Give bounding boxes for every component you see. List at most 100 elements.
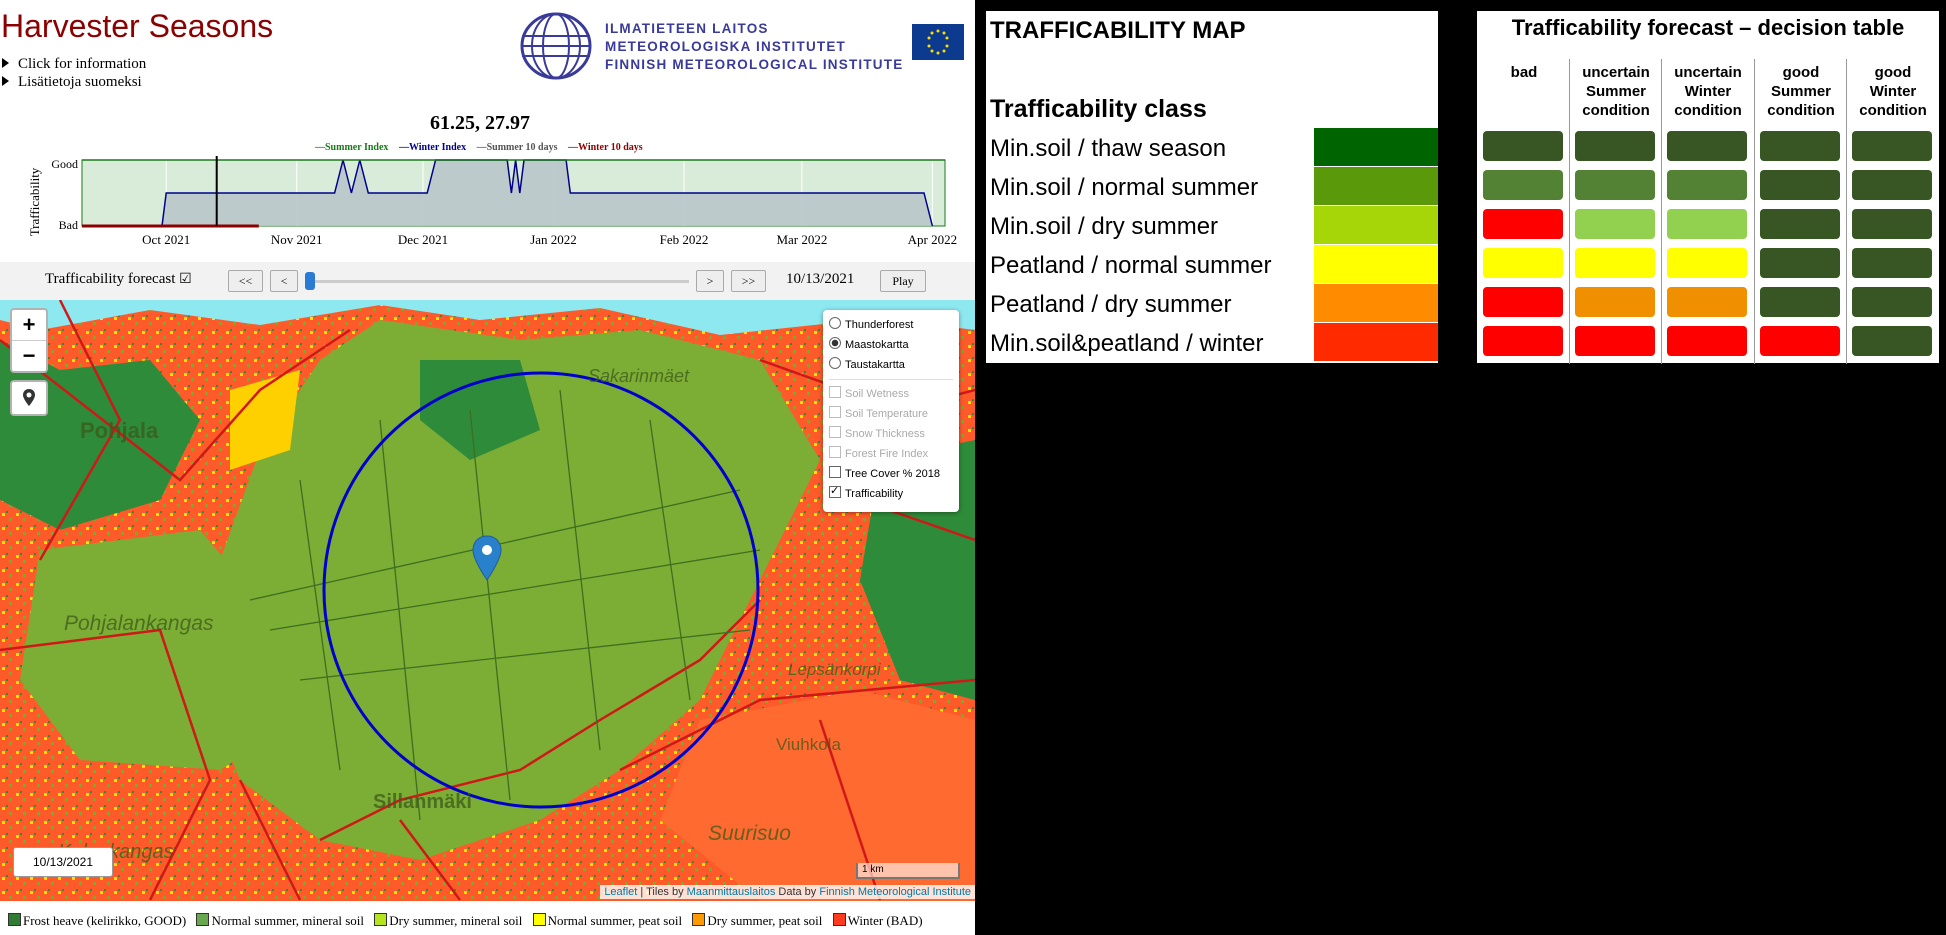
checkbox-icon	[829, 406, 841, 418]
date-slider-thumb[interactable]	[305, 272, 315, 290]
fmi-emblem-icon	[520, 12, 592, 80]
class-label: Peatland / normal summer	[990, 252, 1272, 279]
overlay-trafficability[interactable]: Trafficability	[829, 481, 953, 504]
info-link-label: Click for information	[18, 56, 147, 72]
column-separator	[1754, 59, 1755, 364]
date-slider[interactable]	[305, 280, 689, 283]
class-label: Peatland / dry summer	[990, 291, 1232, 318]
decision-cell	[1852, 209, 1932, 239]
arrow-icon	[1440, 259, 1478, 271]
chart-xtick-label: Mar 2022	[776, 232, 827, 247]
previous-button[interactable]: <	[270, 270, 298, 292]
base-layer-maastokartta[interactable]: Maastokartta	[829, 335, 953, 355]
fmi-link[interactable]: Finnish Meteorological Institute	[819, 886, 971, 898]
decision-cell	[1483, 131, 1563, 161]
decision-cell	[1667, 248, 1747, 278]
decision-cell	[1575, 326, 1655, 356]
mml-link[interactable]: Maanmittauslaitos	[687, 886, 776, 898]
info-link-english[interactable]: Click for information	[2, 55, 146, 73]
chart-coordinates: 61.25, 27.97	[430, 112, 530, 134]
legend-swatch	[374, 913, 388, 926]
first-button[interactable]: <<	[228, 270, 263, 292]
legend-swatch	[196, 913, 210, 926]
fmi-name-sv: METEOROLOGISKA INSTITUTET	[605, 39, 846, 54]
decision-cell	[1760, 287, 1840, 317]
decision-cell	[1667, 170, 1747, 200]
decision-cell	[1575, 287, 1655, 317]
column-separator	[1661, 59, 1662, 364]
next-button[interactable]: >	[696, 270, 724, 292]
class-swatch	[1314, 167, 1438, 205]
decision-cell	[1483, 287, 1563, 317]
overlay-tree-cover[interactable]: Tree Cover % 2018	[829, 464, 953, 484]
base-layer-taustakartta[interactable]: Taustakartta	[829, 355, 953, 375]
legend-item: Dry summer, peat soil	[692, 913, 822, 928]
decision-cell	[1852, 248, 1932, 278]
decision-cell	[1852, 170, 1932, 200]
decision-column-header: uncertain Summer condition	[1582, 64, 1650, 119]
decision-cell	[1760, 170, 1840, 200]
current-date: 10/13/2021	[786, 271, 855, 287]
forecast-checkbox[interactable]: ☑	[179, 272, 192, 287]
decision-cell	[1852, 287, 1932, 317]
fmi-name: ILMATIETEEN LAITOS METEOROLOGISKA INSTIT…	[605, 20, 903, 74]
zoom-in-button[interactable]: +	[12, 310, 46, 341]
fmi-logo: ILMATIETEEN LAITOS METEOROLOGISKA INSTIT…	[520, 12, 970, 84]
play-button[interactable]: Play	[880, 270, 926, 292]
chart-xtick-label: Apr 2022	[908, 232, 957, 247]
overlay-soil-wetness: Soil Wetness	[829, 384, 953, 404]
locate-button[interactable]	[10, 380, 48, 416]
decision-column-header: bad	[1510, 64, 1538, 81]
decision-cell	[1667, 131, 1747, 161]
decision-cell	[1483, 170, 1563, 200]
legend-swatch	[8, 913, 21, 926]
legend-item: Dry summer, mineral soil	[374, 913, 522, 928]
overlay-forest-fire-index: Forest Fire Index	[829, 444, 953, 464]
legend-item: Frost heave (kelirikko, GOOD)	[8, 913, 186, 928]
eu-flag-icon	[912, 24, 964, 60]
chart-xtick-label: Nov 2021	[271, 232, 323, 247]
class-heading: Trafficability class	[990, 95, 1207, 123]
decision-cell	[1667, 287, 1747, 317]
decision-cell	[1760, 326, 1840, 356]
place-label: Pohjalankangas	[64, 612, 214, 635]
layer-separator	[829, 379, 953, 380]
chart-xtick-label: Feb 2022	[660, 232, 709, 247]
column-separator	[1569, 59, 1570, 364]
radio-selected-icon	[829, 337, 841, 349]
class-swatch	[1314, 245, 1438, 283]
chart-ylabel: Trafficability	[27, 167, 42, 236]
arrow-icon	[1440, 181, 1478, 193]
decision-cell	[1483, 209, 1563, 239]
layer-control: Thunderforest Maastokartta Taustakartta …	[823, 310, 959, 512]
info-link-finnish[interactable]: Lisätietoja suomeksi	[2, 73, 146, 91]
class-swatch	[1314, 323, 1438, 361]
place-label: Sakarinmäet	[588, 366, 690, 386]
decision-cell	[1483, 248, 1563, 278]
checkbox-icon	[829, 466, 841, 478]
legend-swatch	[692, 913, 706, 926]
place-label: Viuhkola	[776, 735, 841, 754]
decision-cell	[1575, 170, 1655, 200]
last-button[interactable]: >>	[731, 270, 766, 292]
place-label: Suurisuo	[708, 822, 791, 845]
decision-cell	[1667, 326, 1747, 356]
place-label: Lepsänkorpi	[788, 660, 882, 679]
decision-cell	[1575, 131, 1655, 161]
map-scale: 1 km	[856, 863, 960, 879]
chart-xtick-label: Jan 2022	[530, 232, 577, 247]
base-layer-thunderforest[interactable]: Thunderforest	[829, 315, 953, 335]
decision-cell	[1760, 131, 1840, 161]
zoom-out-button[interactable]: −	[12, 341, 46, 371]
radio-icon	[829, 357, 841, 369]
class-label: Min.soil / normal summer	[990, 174, 1259, 201]
forecast-label: Trafficability forecast ☑	[45, 271, 192, 287]
leaflet-link[interactable]: Leaflet	[604, 886, 637, 898]
forecast-controls: Trafficability forecast ☑ << < > >> 10/1…	[0, 262, 975, 300]
class-label: Min.soil / dry summer	[990, 213, 1219, 240]
decision-column-header: good Winter condition	[1859, 64, 1927, 119]
chart-ytick-bad: Bad	[59, 218, 78, 232]
legend-item: Normal summer, peat soil	[532, 913, 682, 928]
map-view[interactable]: Pohjala Pohjalankangas Sakarinmäet Silla…	[0, 300, 975, 901]
place-label: Sillanmäki	[373, 791, 472, 813]
